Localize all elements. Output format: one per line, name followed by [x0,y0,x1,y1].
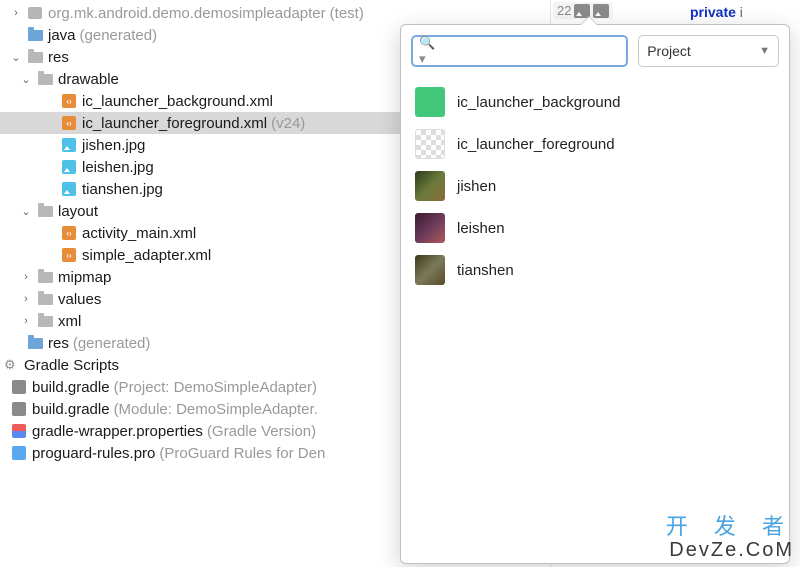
search-field[interactable]: 🔍▾ [411,35,628,67]
tree-label: tianshen.jpg [82,181,163,198]
tree-label: java [48,27,76,44]
folder-icon [36,313,54,329]
tree-suffix: (Project: DemoSimpleAdapter) [114,379,317,396]
chevron-down-icon: ⌄ [20,205,32,218]
chevron-right-icon: › [20,271,32,283]
resource-thumbnail [415,213,445,243]
resource-picker-popup: 🔍▾ Project ▼ ic_launcher_background ic_l… [400,24,790,564]
xml-file-icon: ‹› [60,93,78,109]
folder-icon [26,49,44,65]
tree-label: drawable [58,71,119,88]
tree-label: gradle-wrapper.properties [32,423,203,440]
tree-label: res [48,49,69,66]
folder-icon [36,71,54,87]
folder-icon [36,269,54,285]
properties-file-icon [10,423,28,439]
search-input[interactable] [439,43,620,59]
image-icon [574,4,590,18]
resource-result-item[interactable]: ic_launcher_background [411,81,779,123]
image-file-icon [60,137,78,153]
tree-suffix: (Gradle Version) [207,423,316,440]
resource-name: jishen [457,178,496,195]
resource-thumbnail [415,255,445,285]
tree-label: layout [58,203,98,220]
tree-label: xml [58,313,81,330]
resource-thumbnail [415,87,445,117]
tree-label: activity_main.xml [82,225,196,242]
gradle-file-icon [10,379,28,395]
tree-label: org.mk.android.demo.demosimpleadapter [48,5,326,22]
tree-label: jishen.jpg [82,137,145,154]
tree-suffix: (v24) [271,115,305,132]
tree-item-package[interactable]: › org.mk.android.demo.demosimpleadapter … [0,2,550,24]
resource-name: ic_launcher_background [457,94,620,111]
image-file-icon [60,181,78,197]
resource-name: leishen [457,220,505,237]
chevron-down-icon: ⌄ [20,73,32,86]
scope-value: Project [647,43,691,59]
image-icon [593,4,609,18]
chevron-down-icon: ⌄ [10,51,22,64]
resource-thumbnail [415,171,445,201]
chevron-right-icon: › [20,293,32,305]
folder-icon [26,27,44,43]
folder-icon [36,291,54,307]
code-text: i [736,4,743,20]
tree-suffix: (test) [330,5,364,22]
image-file-icon [60,159,78,175]
chevron-down-icon: ▼ [759,45,770,57]
tree-suffix: (generated) [73,335,151,352]
gutter-line-number: 22 [557,3,571,18]
resource-result-item[interactable]: leishen [411,207,779,249]
popup-header: 🔍▾ Project ▼ [411,35,779,67]
chevron-right-icon: › [20,315,32,327]
resource-result-item[interactable]: jishen [411,165,779,207]
tree-label: ic_launcher_background.xml [82,93,273,110]
resource-result-item[interactable]: tianshen [411,249,779,291]
tree-label: ic_launcher_foreground.xml [82,115,267,132]
folder-icon [26,335,44,351]
tree-label: simple_adapter.xml [82,247,211,264]
xml-file-icon: ‹› [60,115,78,131]
tree-label: proguard-rules.pro [32,445,155,462]
tree-suffix: (generated) [80,27,158,44]
tree-suffix: (ProGuard Rules for Den [159,445,325,462]
gradle-icon: ⚙ [2,357,20,373]
gradle-file-icon [10,401,28,417]
tree-label: Gradle Scripts [24,357,119,374]
package-icon [26,5,44,21]
tree-suffix: (Module: DemoSimpleAdapter. [114,401,318,418]
tree-label: mipmap [58,269,111,286]
code-keyword: private [690,4,736,20]
resource-result-item[interactable]: ic_launcher_foreground [411,123,779,165]
search-icon: 🔍▾ [419,35,435,67]
tree-label: values [58,291,101,308]
proguard-file-icon [10,445,28,461]
chevron-right-icon: › [10,7,22,19]
tree-label: build.gradle [32,379,110,396]
popup-arrow-icon [581,17,597,25]
tree-label: leishen.jpg [82,159,154,176]
tree-label: res [48,335,69,352]
scope-select[interactable]: Project ▼ [638,35,779,67]
folder-icon [36,203,54,219]
resource-name: ic_launcher_foreground [457,136,615,153]
xml-file-icon: ‹› [60,225,78,241]
xml-file-icon: ‹› [60,247,78,263]
resource-thumbnail [415,129,445,159]
tree-label: build.gradle [32,401,110,418]
resource-name: tianshen [457,262,514,279]
